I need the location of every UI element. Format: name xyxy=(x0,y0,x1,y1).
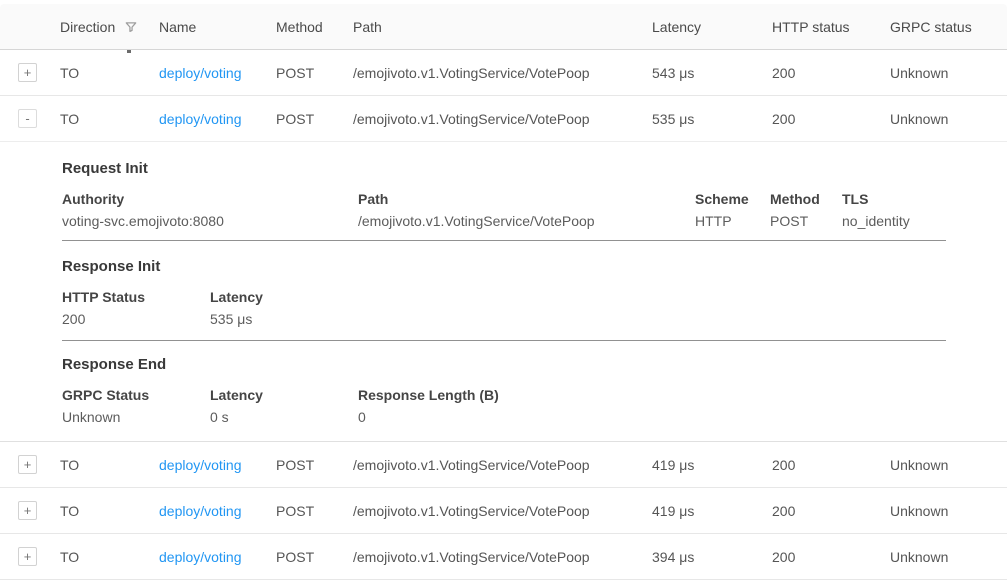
latency-cell: 419 μs xyxy=(652,457,772,473)
collapse-toggle-button[interactable]: - xyxy=(18,109,37,128)
direction-cell: TO xyxy=(60,503,159,519)
resource-link[interactable]: deploy/voting xyxy=(159,549,242,565)
grpc-status-field: GRPC Status Unknown xyxy=(62,388,210,425)
direction-header-label: Direction xyxy=(60,19,115,35)
latency-cell: 535 μs xyxy=(652,111,772,127)
field-value: POST xyxy=(770,214,842,229)
resource-link[interactable]: deploy/voting xyxy=(159,65,242,81)
method-cell: POST xyxy=(276,457,353,473)
section-divider xyxy=(62,240,946,241)
grpc-status-cell: Unknown xyxy=(890,65,1007,81)
request-init-fields: Authority voting-svc.emojivoto:8080 Path… xyxy=(62,192,1007,229)
expand-toggle-button[interactable]: + xyxy=(18,547,37,566)
path-cell: /emojivoto.v1.VotingService/VotePoop xyxy=(353,457,652,473)
latency-cell: 394 μs xyxy=(652,549,772,565)
table-row: - TO deploy/voting POST /emojivoto.v1.Vo… xyxy=(0,96,1007,142)
grpc-status-column-header: GRPC status xyxy=(890,19,1007,35)
field-label: Latency xyxy=(210,290,1007,305)
table-row: + TO deploy/voting POST /emojivoto.v1.Vo… xyxy=(0,442,1007,488)
table-row: + TO deploy/voting POST /emojivoto.v1.Vo… xyxy=(0,50,1007,96)
path-cell: /emojivoto.v1.VotingService/VotePoop xyxy=(353,65,652,81)
field-label: Path xyxy=(358,192,695,207)
table-row: + TO deploy/voting POST /emojivoto.v1.Vo… xyxy=(0,488,1007,534)
expand-toggle-button[interactable]: + xyxy=(18,501,37,520)
field-value: 200 xyxy=(62,312,210,327)
field-value: 0 xyxy=(358,410,1007,425)
field-label: TLS xyxy=(842,192,1007,207)
response-init-title: Response Init xyxy=(62,258,160,275)
direction-cell: TO xyxy=(60,457,159,473)
path-cell: /emojivoto.v1.VotingService/VotePoop xyxy=(353,549,652,565)
scheme-field: Scheme HTTP xyxy=(695,192,770,229)
clipped-text-fragment xyxy=(127,50,131,53)
field-label: Latency xyxy=(210,388,358,403)
path-cell: /emojivoto.v1.VotingService/VotePoop xyxy=(353,503,652,519)
http-status-cell: 200 xyxy=(772,65,890,81)
method-column-header: Method xyxy=(276,19,353,35)
request-init-title: Request Init xyxy=(62,160,148,177)
response-end-fields: GRPC Status Unknown Latency 0 s Response… xyxy=(62,388,1007,425)
http-status-cell: 200 xyxy=(772,549,890,565)
clipped-content-strip xyxy=(0,0,1007,4)
method-cell: POST xyxy=(276,111,353,127)
field-value: voting-svc.emojivoto:8080 xyxy=(62,214,358,229)
name-column-header: Name xyxy=(159,19,276,35)
field-value: HTTP xyxy=(695,214,770,229)
field-label: Method xyxy=(770,192,842,207)
latency-field: Latency 535 μs xyxy=(210,290,1007,327)
expand-toggle-button[interactable]: + xyxy=(18,455,37,474)
funnel-filter-icon[interactable] xyxy=(124,20,138,34)
expanded-request-detail: Request Init Authority voting-svc.emojiv… xyxy=(0,142,1007,442)
grpc-status-cell: Unknown xyxy=(890,457,1007,473)
field-label: GRPC Status xyxy=(62,388,210,403)
path-cell: /emojivoto.v1.VotingService/VotePoop xyxy=(353,111,652,127)
direction-cell: TO xyxy=(60,111,159,127)
resource-link[interactable]: deploy/voting xyxy=(159,457,242,473)
field-label: HTTP Status xyxy=(62,290,210,305)
expand-toggle-button[interactable]: + xyxy=(18,63,37,82)
field-value: Unknown xyxy=(62,410,210,425)
direction-column-header: Direction xyxy=(60,19,159,35)
method-cell: POST xyxy=(276,549,353,565)
http-status-column-header: HTTP status xyxy=(772,19,890,35)
resource-link[interactable]: deploy/voting xyxy=(159,111,242,127)
latency-column-header: Latency xyxy=(652,19,772,35)
http-status-field: HTTP Status 200 xyxy=(62,290,210,327)
table-row: + TO deploy/voting POST /emojivoto.v1.Vo… xyxy=(0,534,1007,580)
field-value: 535 μs xyxy=(210,312,1007,327)
http-status-cell: 200 xyxy=(772,111,890,127)
path-column-header: Path xyxy=(353,19,652,35)
grpc-status-cell: Unknown xyxy=(890,111,1007,127)
resource-link[interactable]: deploy/voting xyxy=(159,503,242,519)
field-value: no_identity xyxy=(842,214,1007,229)
tls-field: TLS no_identity xyxy=(842,192,1007,229)
field-label: Response Length (B) xyxy=(358,388,1007,403)
latency-field: Latency 0 s xyxy=(210,388,358,425)
grpc-status-cell: Unknown xyxy=(890,549,1007,565)
authority-field: Authority voting-svc.emojivoto:8080 xyxy=(62,192,358,229)
path-field: Path /emojivoto.v1.VotingService/VotePoo… xyxy=(358,192,695,229)
direction-cell: TO xyxy=(60,549,159,565)
method-field: Method POST xyxy=(770,192,842,229)
response-init-fields: HTTP Status 200 Latency 535 μs xyxy=(62,290,1007,327)
section-divider xyxy=(62,340,946,341)
method-cell: POST xyxy=(276,503,353,519)
field-label: Scheme xyxy=(695,192,770,207)
direction-cell: TO xyxy=(60,65,159,81)
field-value: 0 s xyxy=(210,410,358,425)
table-header-row: Direction Name Method Path Latency HTTP … xyxy=(0,4,1007,50)
http-status-cell: 200 xyxy=(772,503,890,519)
latency-cell: 543 μs xyxy=(652,65,772,81)
response-length-field: Response Length (B) 0 xyxy=(358,388,1007,425)
method-cell: POST xyxy=(276,65,353,81)
field-value: /emojivoto.v1.VotingService/VotePoop xyxy=(358,214,695,229)
field-label: Authority xyxy=(62,192,358,207)
tap-requests-table: Direction Name Method Path Latency HTTP … xyxy=(0,0,1007,586)
latency-cell: 419 μs xyxy=(652,503,772,519)
grpc-status-cell: Unknown xyxy=(890,503,1007,519)
http-status-cell: 200 xyxy=(772,457,890,473)
response-end-title: Response End xyxy=(62,356,166,373)
